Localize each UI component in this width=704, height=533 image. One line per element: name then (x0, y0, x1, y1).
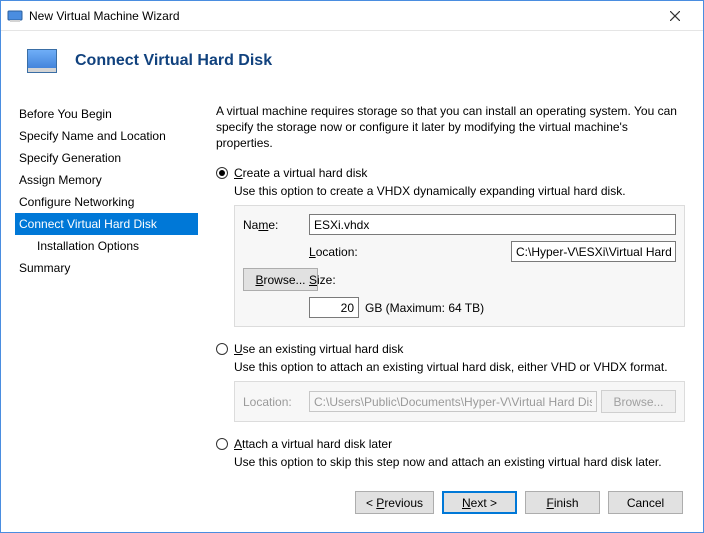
step-specify-name-location[interactable]: Specify Name and Location (15, 125, 198, 147)
previous-button[interactable]: < Previous (355, 491, 434, 514)
size-label: Size: (309, 272, 507, 288)
option-later-desc: Use this option to skip this step now an… (234, 454, 685, 470)
name-input[interactable] (309, 214, 676, 235)
existing-location-input (309, 391, 597, 412)
wizard-window: New Virtual Machine Wizard Connect Virtu… (0, 0, 704, 533)
existing-browse-button: Browse... (601, 390, 676, 413)
existing-location-label: Location: (243, 394, 305, 410)
radio-create[interactable] (216, 167, 228, 179)
intro-text: A virtual machine requires storage so th… (216, 103, 685, 151)
finish-button[interactable]: Finish (525, 491, 600, 514)
create-form: Name: Location: Browse... Size: GB (Maxi… (234, 205, 685, 327)
browse-button[interactable]: Browse... (243, 268, 318, 291)
radio-existing[interactable] (216, 343, 228, 355)
radio-later-label: Attach a virtual hard disk later (234, 436, 392, 452)
existing-form: Location: Browse... (234, 381, 685, 422)
wizard-steps-sidebar: Before You Begin Specify Name and Locati… (15, 99, 198, 477)
app-icon (7, 8, 23, 24)
window-title: New Virtual Machine Wizard (29, 9, 180, 23)
step-specify-generation[interactable]: Specify Generation (15, 147, 198, 169)
option-create-desc: Use this option to create a VHDX dynamic… (234, 183, 685, 199)
radio-existing-label: Use an existing virtual hard disk (234, 341, 403, 357)
size-input[interactable] (309, 297, 359, 318)
step-summary[interactable]: Summary (15, 257, 198, 279)
size-suffix: GB (Maximum: 64 TB) (365, 300, 484, 316)
cancel-button[interactable]: Cancel (608, 491, 683, 514)
wizard-header: Connect Virtual Hard Disk (1, 31, 703, 87)
page-title: Connect Virtual Hard Disk (75, 52, 272, 70)
titlebar: New Virtual Machine Wizard (1, 1, 703, 31)
location-input[interactable] (511, 241, 676, 262)
step-installation-options[interactable]: Installation Options (15, 235, 198, 257)
option-existing: Use an existing virtual hard disk Use th… (216, 341, 685, 422)
wizard-body: Before You Begin Specify Name and Locati… (1, 87, 703, 477)
name-label: Name: (243, 217, 305, 233)
step-assign-memory[interactable]: Assign Memory (15, 169, 198, 191)
next-button[interactable]: Next > (442, 491, 517, 514)
close-button[interactable] (652, 2, 697, 30)
radio-create-label: Create a virtual hard disk (234, 165, 367, 181)
option-create: Create a virtual hard disk Use this opti… (216, 165, 685, 327)
step-before-you-begin[interactable]: Before You Begin (15, 103, 198, 125)
step-connect-virtual-hard-disk[interactable]: Connect Virtual Hard Disk (15, 213, 198, 235)
wizard-footer: < Previous Next > Finish Cancel (1, 477, 703, 532)
option-later: Attach a virtual hard disk later Use thi… (216, 436, 685, 470)
location-label: Location: (309, 244, 507, 260)
option-existing-desc: Use this option to attach an existing vi… (234, 359, 685, 375)
step-configure-networking[interactable]: Configure Networking (15, 191, 198, 213)
radio-later[interactable] (216, 438, 228, 450)
wizard-content: A virtual machine requires storage so th… (198, 99, 685, 477)
monitor-icon (27, 49, 57, 73)
